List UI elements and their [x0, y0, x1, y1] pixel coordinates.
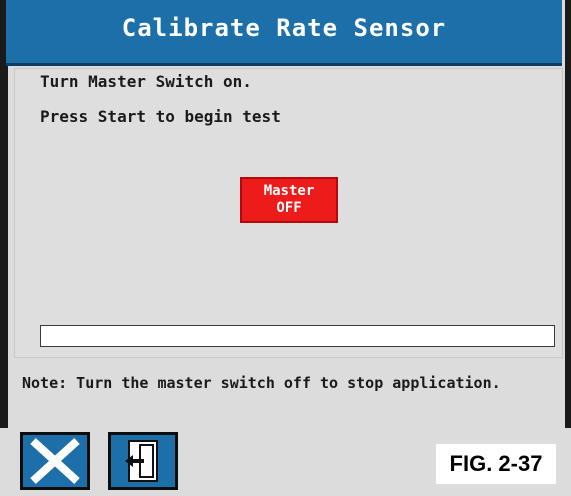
note-text: Note: Turn the master switch off to stop…	[22, 374, 501, 392]
instruction-master-switch: Turn Master Switch on.	[40, 72, 252, 91]
master-status-button[interactable]: Master OFF	[240, 177, 338, 223]
exit-door-icon	[125, 440, 158, 482]
exit-button[interactable]	[108, 432, 178, 490]
title-bar: Calibrate Rate Sensor	[6, 0, 562, 66]
progress-bar	[40, 325, 555, 347]
instruction-press-start: Press Start to begin test	[40, 107, 281, 126]
close-x-icon	[30, 438, 80, 484]
page-title: Calibrate Rate Sensor	[121, 14, 447, 42]
master-status-label: Master	[263, 183, 315, 199]
master-status-value: OFF	[276, 200, 302, 216]
cancel-button[interactable]	[20, 432, 90, 490]
figure-label: FIG. 2-37	[436, 444, 556, 484]
